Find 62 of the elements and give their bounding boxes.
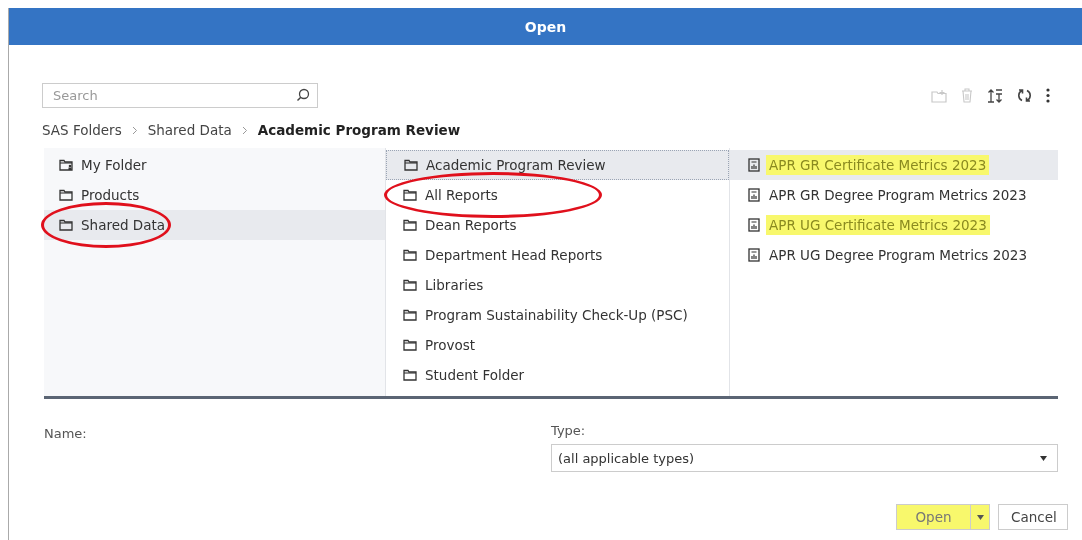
- open-menu-button[interactable]: [970, 504, 990, 530]
- item-label: Shared Data: [80, 216, 167, 235]
- breadcrumb-link[interactable]: Shared Data: [147, 122, 232, 138]
- more-icon[interactable]: [1046, 88, 1050, 103]
- breadcrumb-link[interactable]: Academic Program Review: [257, 122, 461, 138]
- list-item[interactable]: Academic Program Review: [386, 150, 729, 180]
- item-label: APR UG Degree Program Metrics 2023: [768, 246, 1028, 265]
- item-label: Dean Reports: [424, 216, 518, 235]
- breadcrumb-link[interactable]: SAS Folders: [42, 122, 122, 138]
- item-label: APR GR Certificate Metrics 2023: [766, 155, 990, 175]
- search-field[interactable]: Search: [42, 83, 318, 108]
- open-button[interactable]: Open: [896, 504, 970, 530]
- list-item[interactable]: Libraries: [386, 270, 729, 300]
- folder-icon: [403, 339, 417, 351]
- item-label: All Reports: [424, 186, 499, 205]
- dropdown-arrow-icon: [1040, 455, 1047, 461]
- list-item[interactable]: Department Head Reports: [386, 240, 729, 270]
- folder-icon: [403, 279, 417, 291]
- chevron-icon: [131, 125, 138, 135]
- item-label: APR GR Degree Program Metrics 2023: [768, 186, 1028, 205]
- window-title: Open: [524, 18, 567, 35]
- type-dropdown[interactable]: (all applicable types): [551, 444, 1058, 472]
- list-item[interactable]: My Folder: [44, 150, 385, 180]
- refresh-icon[interactable]: [1017, 88, 1032, 103]
- folder-icon: [403, 189, 417, 201]
- item-label: Provost: [424, 336, 476, 355]
- report-icon: [748, 248, 760, 262]
- item-label: My Folder: [80, 156, 148, 175]
- list-item[interactable]: Program Sustainability Check-Up (PSC): [386, 300, 729, 330]
- chevron-icon: [241, 125, 248, 135]
- type-label: Type:: [551, 423, 587, 438]
- list-item[interactable]: APR GR Degree Program Metrics 2023: [730, 180, 1058, 210]
- item-label: Academic Program Review: [425, 156, 607, 175]
- list-item[interactable]: Provost: [386, 330, 729, 360]
- folder-icon: [403, 249, 417, 261]
- cancel-button[interactable]: Cancel: [998, 504, 1068, 530]
- item-label: Student Folder: [424, 366, 526, 385]
- name-label: Name:: [44, 426, 87, 441]
- report-icon: [748, 188, 760, 202]
- folder-icon: [59, 189, 73, 201]
- user-folder-icon: [59, 159, 73, 171]
- item-label: Products: [80, 186, 141, 205]
- folder-icon: [403, 369, 417, 381]
- sort-icon[interactable]: [987, 88, 1003, 103]
- report-icon: [748, 158, 760, 172]
- item-label: APR UG Certificate Metrics 2023: [766, 215, 990, 235]
- list-item[interactable]: APR UG Degree Program Metrics 2023: [730, 240, 1058, 270]
- folder-icon: [403, 309, 417, 321]
- item-label: Program Sustainability Check-Up (PSC): [424, 306, 689, 325]
- report-icon: [748, 218, 760, 232]
- list-item[interactable]: All Reports: [386, 180, 729, 210]
- list-item[interactable]: Dean Reports: [386, 210, 729, 240]
- list-item[interactable]: Student Folder: [386, 360, 729, 390]
- folder-icon: [404, 159, 418, 171]
- caret-icon: [976, 514, 984, 520]
- folder-icon: [59, 219, 73, 231]
- item-label: Libraries: [424, 276, 485, 295]
- search-icon: [296, 88, 310, 102]
- item-label: Department Head Reports: [424, 246, 604, 265]
- list-item[interactable]: Shared Data: [44, 210, 385, 240]
- folder-icon: [403, 219, 417, 231]
- list-item[interactable]: Products: [44, 180, 385, 210]
